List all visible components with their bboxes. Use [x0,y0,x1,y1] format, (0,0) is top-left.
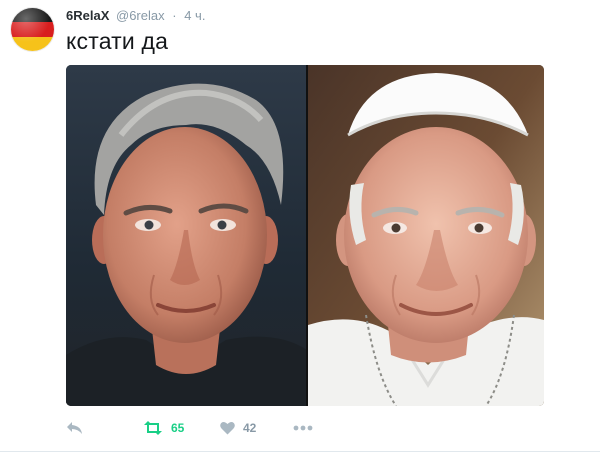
reply-icon [66,421,83,435]
separator-dot: · [172,8,177,23]
like-button[interactable]: 42 [220,418,256,438]
retweet-count: 65 [171,421,185,435]
retweet-icon [143,421,163,435]
right-portrait [308,65,544,406]
display-name[interactable]: 6RelaX [66,8,109,23]
like-count: 42 [243,421,257,435]
avatar[interactable] [11,8,54,51]
tweet-header: 6RelaX @6relax · 4 ч. [66,8,205,24]
tweet-photo[interactable] [66,65,544,406]
more-button[interactable] [293,418,313,438]
more-icon [293,425,313,431]
timestamp-link[interactable]: 4 ч. [184,8,205,23]
user-handle[interactable]: @6relax [116,8,165,23]
reply-button[interactable] [66,418,83,438]
tweet: 6RelaX @6relax · 4 ч. кстати да 65 42 [0,0,600,452]
tweet-actions: 65 42 [66,418,536,438]
left-portrait [66,65,307,406]
retweet-button[interactable]: 65 [143,418,184,438]
tweet-text: кстати да [66,28,169,54]
heart-icon [220,421,235,435]
